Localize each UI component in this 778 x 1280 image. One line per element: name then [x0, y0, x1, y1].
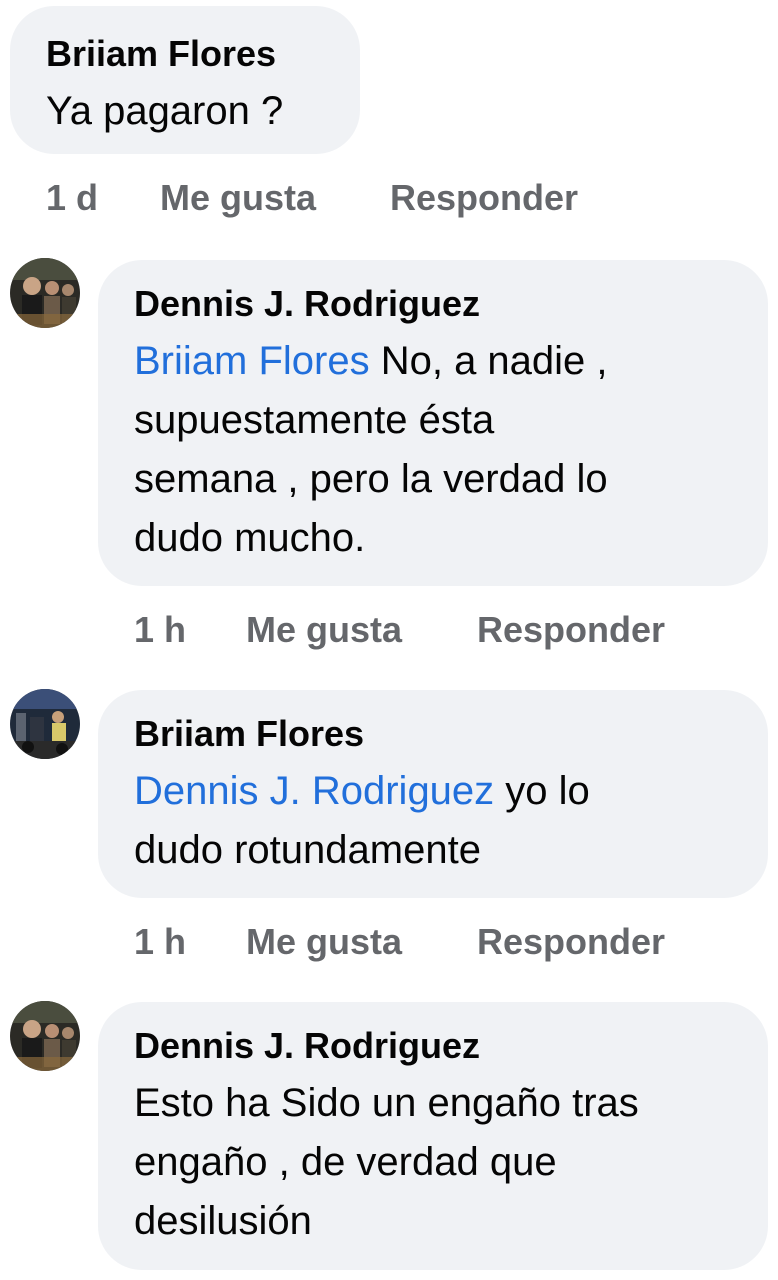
mention-link[interactable]: Dennis J. Rodriguez	[134, 769, 494, 813]
comment-text: yo lo	[494, 769, 590, 813]
comment-timestamp[interactable]: 1 h	[134, 922, 186, 962]
comment-bubble: Briiam Flores Ya pagaron ?	[10, 6, 360, 154]
reply-button[interactable]: Responder	[390, 178, 578, 218]
like-button[interactable]: Me gusta	[246, 922, 402, 962]
like-button[interactable]: Me gusta	[246, 610, 402, 650]
comment-text: desilusión	[134, 1199, 312, 1243]
comment-bubble: Briiam Flores Dennis J. Rodriguez yo lo …	[98, 690, 768, 898]
comment-author[interactable]: Briiam Flores	[134, 714, 768, 754]
comment-text: semana , pero la verdad lo	[134, 457, 608, 501]
comment-text: dudo rotundamente	[134, 828, 481, 872]
avatar[interactable]	[10, 689, 80, 759]
mention-link[interactable]: Briiam Flores	[134, 339, 370, 383]
avatar-photo-icon	[10, 1001, 80, 1071]
avatar[interactable]	[10, 1001, 80, 1071]
comment-text: Ya pagaron ?	[46, 89, 284, 133]
comment-text-line: Briiam Flores No, a nadie ,	[134, 339, 608, 383]
comment-bubble: Dennis J. Rodriguez Esto ha Sido un enga…	[98, 1002, 768, 1270]
avatar-photo-icon	[10, 258, 80, 328]
reply-button[interactable]: Responder	[477, 610, 665, 650]
comment-timestamp[interactable]: 1 d	[46, 178, 98, 218]
reply-button[interactable]: Responder	[477, 922, 665, 962]
comment-text: supuestamente ésta	[134, 398, 495, 442]
comment-bubble: Dennis J. Rodriguez Briiam Flores No, a …	[98, 260, 768, 586]
comment-text-line: Dennis J. Rodriguez yo lo	[134, 769, 590, 813]
comment-text: dudo mucho.	[134, 516, 366, 560]
comment-text: engaño , de verdad que	[134, 1140, 557, 1184]
comment-text: Esto ha Sido un engaño tras	[134, 1081, 639, 1125]
like-button[interactable]: Me gusta	[160, 178, 316, 218]
comment-author[interactable]: Dennis J. Rodriguez	[134, 1026, 768, 1066]
comment-timestamp[interactable]: 1 h	[134, 610, 186, 650]
comment-author[interactable]: Briiam Flores	[46, 34, 360, 74]
comment-author[interactable]: Dennis J. Rodriguez	[134, 284, 768, 324]
avatar-photo-icon	[10, 689, 80, 759]
avatar[interactable]	[10, 258, 80, 328]
comment-text: No, a nadie ,	[369, 339, 608, 383]
